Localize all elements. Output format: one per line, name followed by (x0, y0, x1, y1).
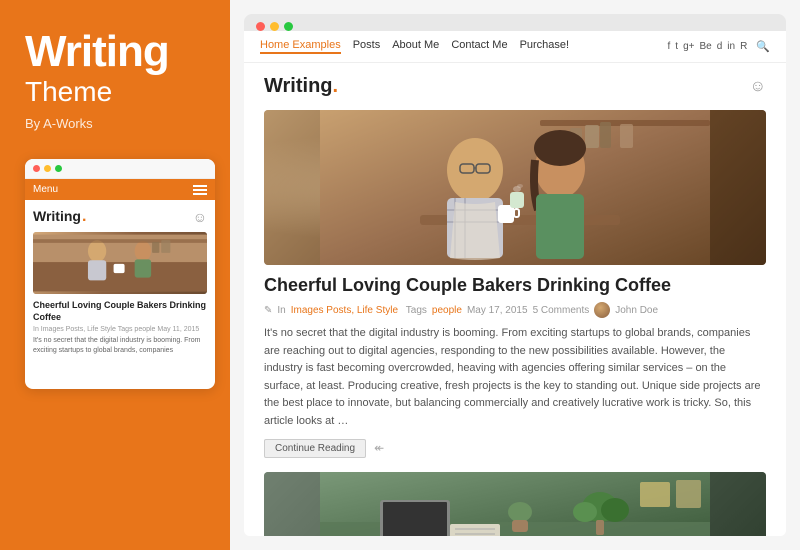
site-content: Writing. ☺ (244, 63, 786, 536)
right-panel: Home Examples Posts About Me Contact Me … (230, 0, 800, 550)
share-icon[interactable]: ↞ (374, 441, 384, 456)
mobile-top-bar (25, 159, 215, 179)
browser-dot-green (284, 22, 293, 31)
social-behance[interactable]: Be (699, 41, 711, 52)
mobile-post-excerpt: It's no secret that the digital industry… (33, 336, 207, 356)
site-header-row: Writing. ☺ (264, 75, 766, 98)
site-logo: Writing. (264, 75, 338, 98)
social-dribbble[interactable]: d (717, 41, 723, 52)
site-user-icon[interactable]: ☺ (750, 78, 766, 96)
browser-window: Home Examples Posts About Me Contact Me … (244, 31, 786, 536)
second-post-art (264, 472, 766, 536)
mobile-mockup: Menu Writing. ☺ (25, 159, 215, 389)
social-twitter[interactable]: t (675, 41, 678, 52)
featured-couple-art (264, 110, 766, 265)
nav-link-posts[interactable]: Posts (353, 39, 381, 54)
nav-link-purchase[interactable]: Purchase! (520, 39, 570, 54)
meta-author: John Doe (615, 305, 658, 316)
mobile-menu-label: Menu (33, 184, 58, 195)
search-icon[interactable]: 🔍 (756, 40, 770, 53)
author-avatar (594, 302, 610, 318)
mobile-logo: Writing. ☺ (33, 208, 207, 226)
meta-tags-label: Tags (403, 305, 427, 316)
hamburger-icon[interactable] (193, 185, 207, 195)
left-panel: Writing Theme By A-Works Menu Writing. ☺ (0, 0, 230, 550)
mobile-dot-green (55, 165, 62, 172)
meta-tags: people (432, 305, 462, 316)
nav-link-contact[interactable]: Contact Me (451, 39, 507, 54)
social-instagram[interactable]: in (727, 41, 735, 52)
second-post-image (264, 472, 766, 536)
browser-dot-red (256, 22, 265, 31)
featured-post-title[interactable]: Cheerful Loving Couple Bakers Drinking C… (264, 275, 766, 296)
mobile-content: Writing. ☺ (25, 200, 215, 364)
social-facebook[interactable]: f (668, 41, 671, 52)
mobile-dot-red (33, 165, 40, 172)
meta-comments: 5 Comments (533, 305, 590, 316)
theme-title: Writing (25, 30, 169, 74)
nav-link-about[interactable]: About Me (392, 39, 439, 54)
featured-post: Cheerful Loving Couple Bakers Drinking C… (264, 110, 766, 458)
meta-pen-icon: ✎ (264, 305, 272, 316)
mobile-dot-yellow (44, 165, 51, 172)
meta-in-label: In (277, 305, 285, 316)
mobile-couple-art (33, 232, 207, 294)
featured-image (264, 110, 766, 265)
read-more-row: Continue Reading ↞ (264, 439, 766, 458)
featured-post-excerpt: It's no secret that the digital industry… (264, 325, 766, 431)
browser-chrome (244, 14, 786, 31)
meta-date: May 17, 2015 (467, 305, 528, 316)
meta-categories: Images Posts, Life Style (291, 305, 398, 316)
browser-dot-yellow (270, 22, 279, 31)
site-nav-social: f t g+ Be d in R 🔍 (668, 40, 771, 53)
mobile-avatar-icon: ☺ (193, 209, 207, 225)
mobile-meta-text: In Images Posts, Life Style Tags people … (33, 326, 199, 333)
mobile-post-meta: In Images Posts, Life Style Tags people … (33, 326, 207, 333)
featured-post-meta: ✎ In Images Posts, Life Style Tags peopl… (264, 302, 766, 318)
theme-subtitle: Theme (25, 76, 112, 108)
mobile-nav-bar: Menu (25, 179, 215, 200)
site-nav-links: Home Examples Posts About Me Contact Me … (260, 39, 569, 54)
nav-link-home[interactable]: Home Examples (260, 39, 341, 54)
mobile-hero-image (33, 232, 207, 294)
social-rss[interactable]: R (740, 41, 747, 52)
social-gplus[interactable]: g+ (683, 41, 694, 52)
read-more-button[interactable]: Continue Reading (264, 439, 366, 458)
mobile-post-title: Cheerful Loving Couple Bakers Drinking C… (33, 300, 207, 323)
site-nav: Home Examples Posts About Me Contact Me … (244, 31, 786, 63)
theme-byline: By A-Works (25, 116, 93, 131)
